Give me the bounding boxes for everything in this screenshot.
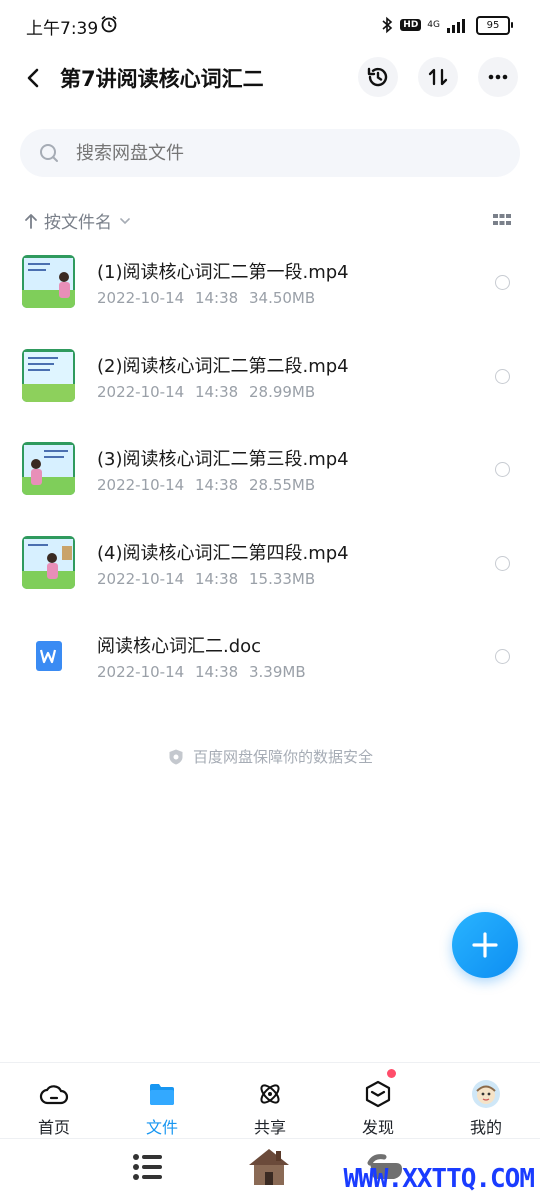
plus-icon [472,932,498,958]
file-size: 28.99MB [248,382,316,401]
menu-icon[interactable] [130,1149,166,1185]
file-time: 14:38 [194,569,239,588]
file-meta: 2022-10-14 14:38 28.55MB [97,476,315,494]
nav-label: 发现 [361,1118,394,1137]
discover-cube-icon [365,1080,391,1108]
file-time: 14:38 [194,663,239,681]
search-icon [40,144,58,162]
status-time: 上午7:39 [26,19,99,39]
signal-icon [447,19,465,33]
hd-badge: HD [400,19,422,31]
search-box[interactable] [20,129,520,179]
sort-bar: 按文件名 [0,200,540,240]
more-icon [488,74,508,80]
watermark: WWW.XXTTQ.COM [343,1164,535,1194]
nav-discover[interactable]: 发现 [324,1063,432,1139]
add-button[interactable] [452,912,518,978]
header: 第7讲阅读核心词汇二 [0,52,540,104]
nav-profile[interactable]: 我的 [432,1063,540,1139]
status-icons: HD 4G 95 [380,14,513,36]
file-size: 3.39MB [248,663,306,681]
file-row[interactable]: 阅读核心词汇二.doc 2022-10-14 14:38 3.39MB [0,609,540,703]
file-row[interactable]: (2)阅读核心词汇二第二段.mp4 2022-10-14 14:38 28.99… [0,329,540,423]
video-thumbnail [22,535,75,589]
nav-home[interactable]: 首页 [0,1063,108,1139]
nav-share[interactable]: 共享 [216,1063,324,1139]
file-date: 2022-10-14 [97,663,185,681]
file-time: 14:38 [194,476,239,494]
bottom-nav: 首页 文件 共享 发现 我的 [0,1062,540,1139]
video-thumbnail [22,255,75,308]
history-icon [367,67,388,87]
file-name: (3)阅读核心词汇二第三段.mp4 [97,449,349,470]
sort-arrow-up-icon [25,213,37,229]
home-icon [39,1085,69,1105]
nav-label: 首页 [37,1118,70,1137]
notification-dot [387,1069,396,1078]
file-date: 2022-10-14 [97,569,185,588]
select-checkbox[interactable] [495,462,510,477]
back-button[interactable] [18,62,50,94]
avatar [472,1080,500,1108]
nav-label: 我的 [469,1118,502,1137]
battery-indicator: 95 [476,15,513,35]
alarm-icon [101,15,117,33]
file-row[interactable]: (3)阅读核心词汇二第三段.mp4 2022-10-14 14:38 28.55… [0,422,540,516]
nav-label: 文件 [145,1118,178,1137]
transfer-button[interactable] [418,57,458,97]
file-name: (2)阅读核心词汇二第二段.mp4 [97,355,349,377]
file-date: 2022-10-14 [97,289,185,307]
file-date: 2022-10-14 [97,476,185,494]
nav-files[interactable]: 文件 [108,1063,216,1139]
transfer-arrows-icon [428,68,448,86]
file-name: 阅读核心词汇二.doc [97,636,262,657]
shield-icon [169,749,183,764]
status-bar: 上午7:39 HD 4G 95 [0,0,540,52]
file-row[interactable]: (4)阅读核心词汇二第四段.mp4 2022-10-14 14:38 15.33… [0,516,540,610]
file-meta: 2022-10-14 14:38 15.33MB [97,570,315,588]
network-label: 4G [427,20,440,30]
file-date: 2022-10-14 [97,382,185,401]
word-doc-icon [36,641,62,671]
file-name: (4)阅读核心词汇二第四段.mp4 [97,542,349,564]
chevron-down-icon [120,217,130,224]
file-size: 15.33MB [248,569,316,588]
page-title: 第7讲阅读核心词汇二 [60,67,264,91]
select-checkbox[interactable] [495,555,510,571]
file-meta: 2022-10-14 14:38 28.99MB [97,383,315,401]
video-thumbnail [22,442,75,495]
file-row[interactable]: (1)阅读核心词汇二第一段.mp4 2022-10-14 14:38 34.50… [0,235,540,329]
security-note: 百度网盘保障你的数据安全 [0,746,540,767]
file-meta: 2022-10-14 14:38 3.39MB [97,663,306,681]
nav-label: 共享 [253,1118,286,1137]
grid-view-icon[interactable] [492,212,512,228]
video-thumbnail [22,348,75,402]
more-button[interactable] [478,57,518,97]
file-name: (1)阅读核心词汇二第一段.mp4 [97,262,349,283]
sort-button[interactable]: 按文件名 [24,208,132,233]
file-size: 28.55MB [248,476,316,494]
file-size: 34.50MB [248,289,316,307]
home-house-icon[interactable] [246,1143,292,1189]
file-meta: 2022-10-14 14:38 34.50MB [97,289,315,307]
share-atom-icon [260,1084,280,1104]
file-time: 14:38 [194,382,239,401]
security-note-text: 百度网盘保障你的数据安全 [192,748,373,766]
sort-label: 按文件名 [44,213,112,233]
history-button[interactable] [358,57,398,97]
folder-icon [150,1084,174,1105]
search-input[interactable] [74,129,478,179]
bluetooth-icon [382,16,393,34]
file-time: 14:38 [194,289,239,307]
select-checkbox[interactable] [495,275,510,290]
select-checkbox[interactable] [495,649,510,664]
file-list: (1)阅读核心词汇二第一段.mp4 2022-10-14 14:38 34.50… [0,235,540,703]
select-checkbox[interactable] [495,368,510,384]
